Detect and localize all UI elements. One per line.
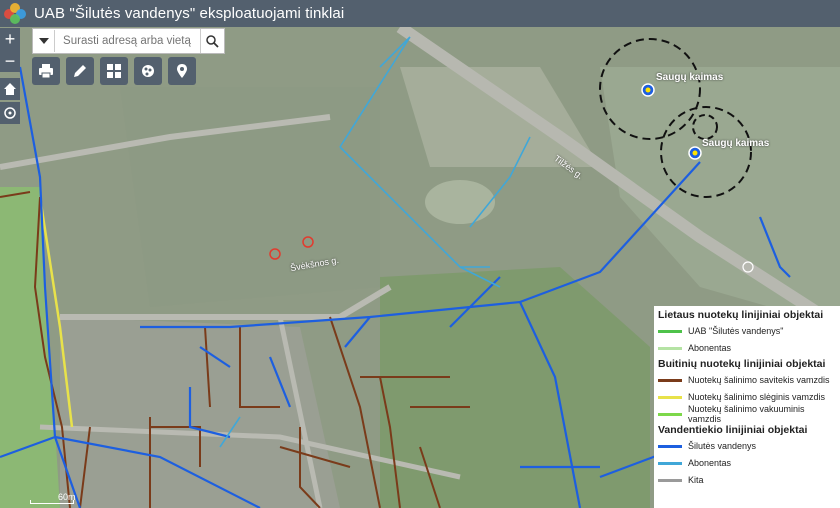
legend-label: Abonentas [688,458,732,468]
legend-swatch [658,378,682,382]
basemap-button[interactable] [100,57,128,85]
zoom-control: + − [0,28,20,72]
legend-swatch [658,346,682,350]
legend-label: Abonentas [688,343,732,353]
draw-button[interactable] [66,57,94,85]
basemap-icon [107,64,121,78]
draw-icon [74,65,86,77]
search-widget [32,28,225,54]
search-input[interactable] [61,34,201,48]
legend-item: Abonentas [658,456,836,470]
legend-swatch [658,444,682,448]
legend-group-title: Buitinių nuotekų linijiniai objektai [658,358,826,370]
search-source-dropdown[interactable] [33,30,56,52]
legend-swatch [658,329,682,333]
legend-item: Nuotekų šalinimo savitekis vamzdis [658,373,836,387]
app-header: UAB "Šilutės vandenys" eksploatuojami ti… [0,0,840,27]
legend-item: Nuotekų šalinimo vakuuminis vamzdis [658,404,836,424]
sports-field [425,180,495,224]
legend-label: Šilutės vandenys [688,441,757,451]
print-button[interactable] [32,57,60,85]
chevron-down-icon [38,38,49,44]
legend-swatch [658,412,682,416]
search-icon [206,34,219,48]
toolbar [32,57,196,85]
legend-label: Nuotekų šalinimo vakuuminis vamzdis [688,404,805,424]
zoom-out-button[interactable]: − [0,50,20,72]
water-well-marker [645,87,651,93]
zoom-in-button[interactable]: + [0,28,20,50]
map-legend: Lietaus nuotekų linijiniai objektai UAB … [654,306,840,508]
locate-tool-button[interactable] [168,57,196,85]
settlement-area [120,87,380,307]
locate-icon [177,64,187,78]
home-button[interactable] [0,78,20,100]
legend-item: Nuotekų šalinimo slėginis vamzdis [658,390,836,404]
locate-button[interactable] [0,102,20,124]
legend-item: Šilutės vandenys [658,439,836,453]
legend-swatch [658,395,682,399]
legend-group-title: Lietaus nuotekų linijiniai objektai [658,309,824,321]
target-icon [4,107,16,119]
water-well-marker [692,150,698,156]
legend-label: UAB "Šilutės vandenys" [688,326,784,336]
legend-group-title: Vandentiekio linijiniai objektai [658,424,808,436]
home-icon [4,83,16,95]
legend-swatch [658,478,682,482]
legend-item: UAB "Šilutės vandenys" [658,324,836,338]
legend-label: Nuotekų šalinimo savitekis vamzdis [688,375,830,385]
app-logo-icon [4,2,26,25]
scale-bar [30,500,74,504]
search-button[interactable] [200,29,224,53]
legend-item: Abonentas [658,341,836,355]
legend-item: Kita [658,473,836,487]
place-label: Saugų kaimas [702,138,770,149]
legend-label: Kita [688,475,704,485]
app-title: UAB "Šilutės vandenys" eksploatuojami ti… [34,5,345,22]
legend-swatch [658,461,682,465]
print-icon [39,64,53,79]
place-label: Saugų kaimas [656,72,724,83]
layers-icon [142,65,154,77]
legend-label: Nuotekų šalinimo slėginis vamzdis [688,392,826,402]
layers-button[interactable] [134,57,162,85]
